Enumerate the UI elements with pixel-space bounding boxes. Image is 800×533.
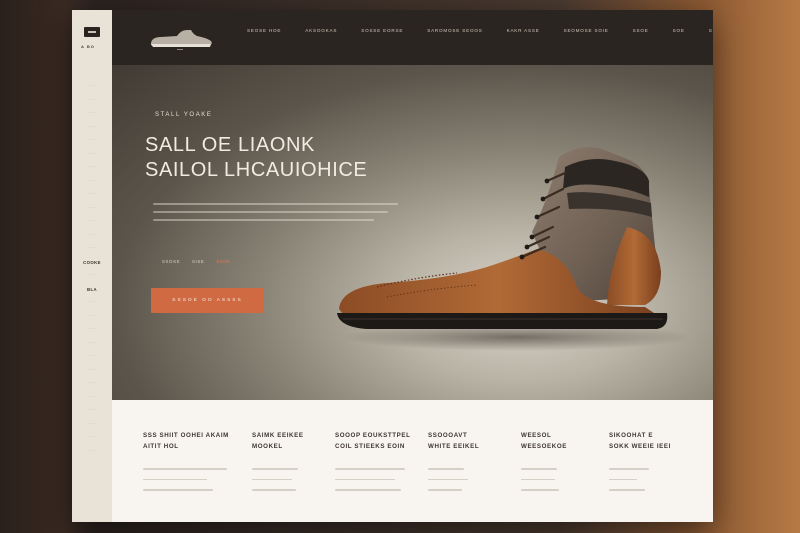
browser-frame: A BO · · · · · · · · · · · · · · · · · · · · ·… <box>72 10 713 522</box>
feature-subtitle: WEESOEKOE <box>521 443 567 450</box>
sidebar: A BO · · · · · · · · · · · · · · · · · · · · ·… <box>72 10 113 522</box>
nav-link[interactable]: SEOMOSE SOIE <box>564 28 609 33</box>
boot-product-image <box>337 147 687 351</box>
feature-title: WEESOL <box>521 432 552 439</box>
feature-column: SOOOP EOUKSTTPEL COIL STIEEKS EOIN <box>335 430 425 500</box>
nav-link[interactable]: SEE <box>709 28 713 33</box>
feature-section: SSS SHIIT OOHEI AKAIM AITIT HOL SAIMK EE… <box>112 400 713 522</box>
sidebar-item[interactable]: · · · <box>72 148 112 162</box>
sidebar-item[interactable]: · · · <box>72 296 112 310</box>
sidebar-item[interactable]: · · · <box>72 94 112 108</box>
feature-column: WEESOL WEESOEKOE <box>521 430 611 500</box>
feature-column: SAIMK EEIKEE MOOKEL <box>252 430 342 500</box>
hero-link[interactable]: SSOSE <box>162 259 180 264</box>
hero-section: STALL YOAKE SALL OE LIAONK SAILOL LHCAUI… <box>112 65 713 400</box>
nav-link[interactable]: SOSSE EORSE <box>361 28 403 33</box>
shop-now-button[interactable]: SSSOE OO ASSSS <box>151 288 264 313</box>
hero-links: SSOSE SISE SSOE <box>162 259 241 264</box>
sidebar-item[interactable]: · · · <box>72 323 112 337</box>
sidebar-item[interactable]: BLA <box>72 283 112 297</box>
feature-title: SAIMK EEIKEE <box>252 432 304 439</box>
feature-subtitle: WHITE EEIKEL <box>428 443 480 450</box>
feature-column: SIKOOHAT E SOKK WEEIE IEEI <box>609 430 699 500</box>
sidebar-item[interactable]: · · · <box>72 418 112 432</box>
sidebar-item[interactable]: · · · <box>72 391 112 405</box>
sidebar-brand: A BO <box>81 44 95 49</box>
sidebar-item[interactable]: · · · <box>72 364 112 378</box>
sidebar-menu: · · · · · · · · · · · · · · · · · · · · · · · ·… <box>72 80 112 458</box>
shoe-logo-icon[interactable] <box>147 24 217 52</box>
sidebar-item[interactable]: COOKE <box>72 256 112 270</box>
sidebar-item[interactable]: · · · <box>72 188 112 202</box>
feature-title: SSOOOAVT <box>428 432 468 439</box>
sidebar-item[interactable]: · · · <box>72 377 112 391</box>
nav-link[interactable]: AKSOOKAS <box>305 28 337 33</box>
sidebar-item[interactable]: · · · <box>72 337 112 351</box>
nav-link[interactable]: SSOE <box>633 28 649 33</box>
nav-link[interactable]: SOE <box>673 28 685 33</box>
top-navigation-bar: SEOSE HOE AKSOOKAS SOSSE EORSE SAROMOSE SEO… <box>112 10 713 65</box>
nav-link[interactable]: SAROMOSE SEOOS <box>427 28 482 33</box>
nav-link[interactable]: KAKR ASSE <box>507 28 540 33</box>
nav-link[interactable]: SEOSE HOE <box>247 28 281 33</box>
feature-subtitle: SOKK WEEIE IEEI <box>609 443 671 450</box>
feature-column: SSOOOAVT WHITE EEIKEL <box>428 430 518 500</box>
feature-title: SSS SHIIT OOHEI AKAIM <box>143 432 229 439</box>
sidebar-item[interactable]: · · · <box>72 121 112 135</box>
feature-subtitle: MOOKEL <box>252 443 283 450</box>
feature-subtitle: AITIT HOL <box>143 443 179 450</box>
sidebar-item[interactable]: · · · <box>72 202 112 216</box>
sidebar-item[interactable]: · · · <box>72 80 112 94</box>
hero-link[interactable]: SSOE <box>216 259 231 264</box>
sidebar-item[interactable]: · · · <box>72 161 112 175</box>
hero-eyebrow: STALL YOAKE <box>155 112 213 118</box>
feature-title: SOOOP EOUKSTTPEL <box>335 432 411 439</box>
sidebar-item[interactable]: · · · <box>72 445 112 459</box>
sidebar-item[interactable]: · · · <box>72 215 112 229</box>
sidebar-item[interactable]: · · · <box>72 229 112 243</box>
sidebar-item[interactable]: · · · <box>72 107 112 121</box>
sidebar-item[interactable]: · · · <box>72 134 112 148</box>
sidebar-logo[interactable] <box>84 27 100 37</box>
sidebar-item[interactable]: · · · <box>72 175 112 189</box>
sidebar-item[interactable]: · · · <box>72 431 112 445</box>
sidebar-item[interactable]: · · · <box>72 404 112 418</box>
main-nav: SEOSE HOE AKSOOKAS SOSSE EORSE SAROMOSE SEO… <box>247 28 713 33</box>
sidebar-item[interactable]: · · · <box>72 350 112 364</box>
sidebar-item[interactable]: · · · <box>72 269 112 283</box>
feature-subtitle: COIL STIEEKS EOIN <box>335 443 405 450</box>
sidebar-item[interactable]: · · · <box>72 310 112 324</box>
sidebar-item[interactable]: · · · <box>72 242 112 256</box>
feature-title: SIKOOHAT E <box>609 432 654 439</box>
hero-link[interactable]: SISE <box>192 259 204 264</box>
feature-column: SSS SHIIT OOHEI AKAIM AITIT HOL <box>143 430 233 500</box>
